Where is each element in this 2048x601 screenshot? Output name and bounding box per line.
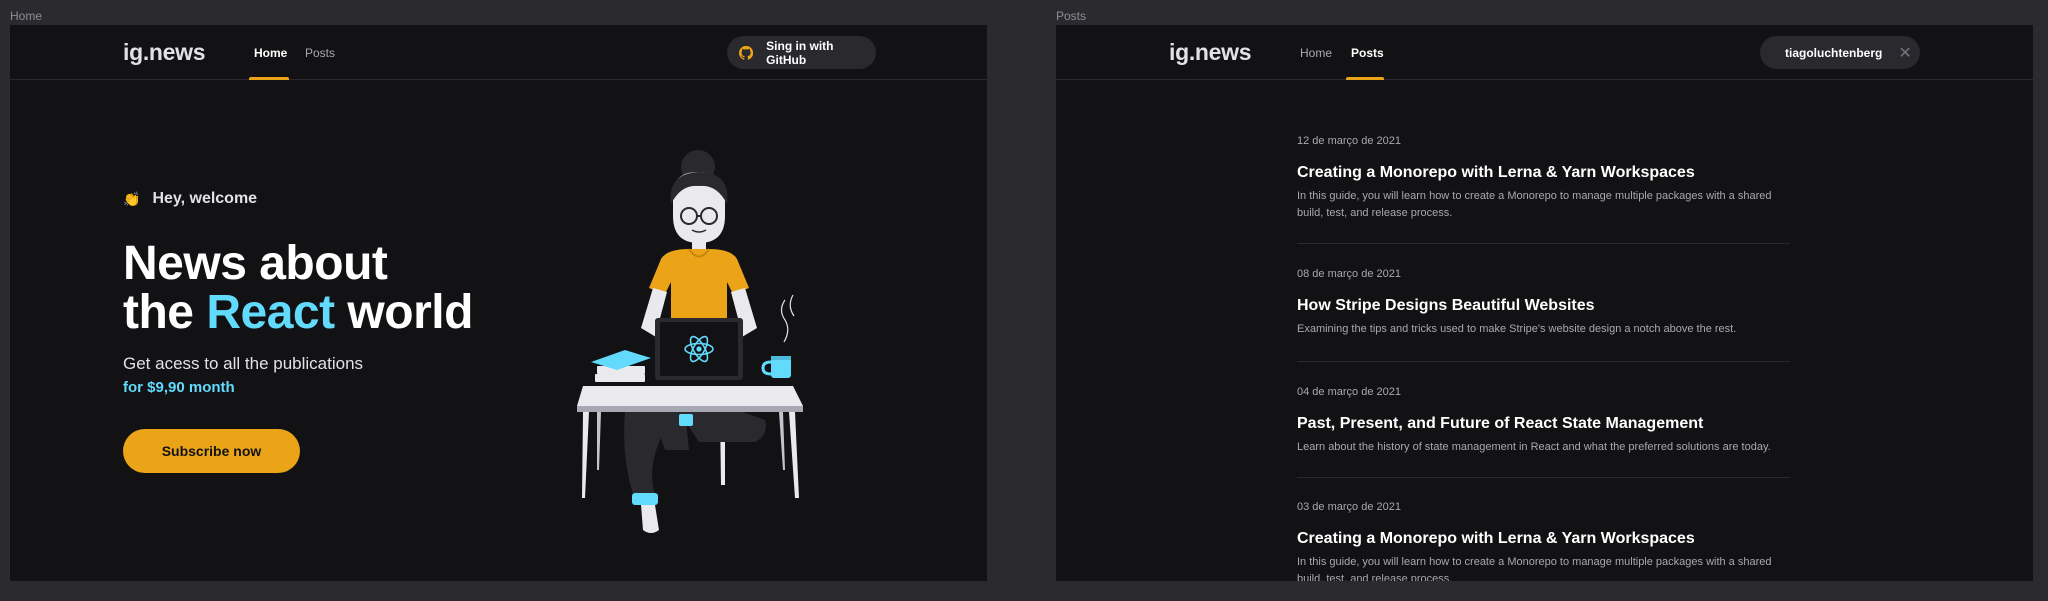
frame-label-posts: Posts — [1056, 9, 1087, 23]
welcome-greeting: 👏 Hey, welcome — [123, 190, 257, 208]
logo[interactable]: ig.news — [123, 39, 206, 66]
post-divider — [1297, 243, 1790, 244]
site-header: ig.news Home Posts Sing in with GitHub — [10, 25, 987, 80]
post-item[interactable]: 03 de março de 2021 Creating a Monorepo … — [1297, 501, 1790, 581]
signin-label: Sing in with GitHub — [766, 38, 834, 67]
post-excerpt: In this guide, you will learn how to cre… — [1297, 190, 1772, 219]
post-divider — [1297, 361, 1790, 362]
post-date: 08 de março de 2021 — [1297, 268, 1401, 280]
post-item[interactable]: 12 de março de 2021 Creating a Monorepo … — [1297, 135, 1790, 222]
post-date: 03 de março de 2021 — [1297, 501, 1401, 513]
headline-world: world — [347, 286, 473, 339]
active-nav-indicator — [1346, 77, 1384, 80]
hero-price: for $9,90 month — [123, 379, 235, 396]
welcome-text: Hey, welcome — [152, 190, 258, 207]
site-header: ig.news Home Posts tiagoluchtenberg ✕ — [1056, 25, 2033, 80]
headline-line-1: News about — [123, 237, 388, 290]
username-label: tiagoluchtenberg — [1785, 45, 1883, 60]
post-title[interactable]: Creating a Monorepo with Lerna & Yarn Wo… — [1297, 530, 1790, 548]
nav-home-link[interactable]: Home — [254, 46, 287, 60]
headline-the: the — [123, 286, 194, 339]
clap-icon: 👏 — [123, 190, 141, 207]
active-nav-indicator — [249, 77, 289, 80]
post-date: 12 de março de 2021 — [1297, 135, 1401, 147]
github-user-button[interactable]: tiagoluchtenberg ✕ — [1760, 36, 1920, 69]
subscribe-button[interactable]: Subscribe now — [123, 429, 300, 473]
signin-github-button[interactable]: Sing in with GitHub — [727, 36, 876, 69]
headline-line-2: the React world — [123, 288, 473, 337]
home-page-frame: ig.news Home Posts Sing in with GitHub 👏… — [10, 25, 987, 581]
post-item[interactable]: 04 de março de 2021 Past, Present, and F… — [1297, 386, 1790, 456]
post-excerpt: Examining the tips and tricks used to ma… — [1297, 323, 1737, 335]
post-title[interactable]: Past, Present, and Future of React State… — [1297, 415, 1790, 433]
logo[interactable]: ig.news — [1169, 39, 1252, 66]
post-excerpt: In this guide, you will learn how to cre… — [1297, 556, 1772, 581]
headline-react: React — [206, 286, 335, 339]
post-date: 04 de março de 2021 — [1297, 386, 1401, 398]
nav-posts-link[interactable]: Posts — [305, 46, 335, 60]
nav-posts-link[interactable]: Posts — [1351, 46, 1384, 60]
post-item[interactable]: 08 de março de 2021 How Stripe Designs B… — [1297, 268, 1790, 338]
close-icon[interactable]: ✕ — [1898, 43, 1911, 63]
github-icon — [739, 45, 754, 60]
posts-page-frame: ig.news Home Posts tiagoluchtenberg ✕ 12… — [1056, 25, 2033, 581]
post-title[interactable]: Creating a Monorepo with Lerna & Yarn Wo… — [1297, 164, 1790, 182]
nav-home-link[interactable]: Home — [1300, 46, 1332, 60]
post-title[interactable]: How Stripe Designs Beautiful Websites — [1297, 297, 1790, 315]
post-excerpt: Learn about the history of state managem… — [1297, 441, 1771, 453]
frame-label-home: Home — [10, 9, 43, 23]
post-divider — [1297, 477, 1790, 478]
hero-subtitle: Get acess to all the publications — [123, 354, 364, 373]
hero-headline: News about the React world — [123, 239, 473, 337]
woman-at-laptop-illustration — [577, 150, 803, 533]
